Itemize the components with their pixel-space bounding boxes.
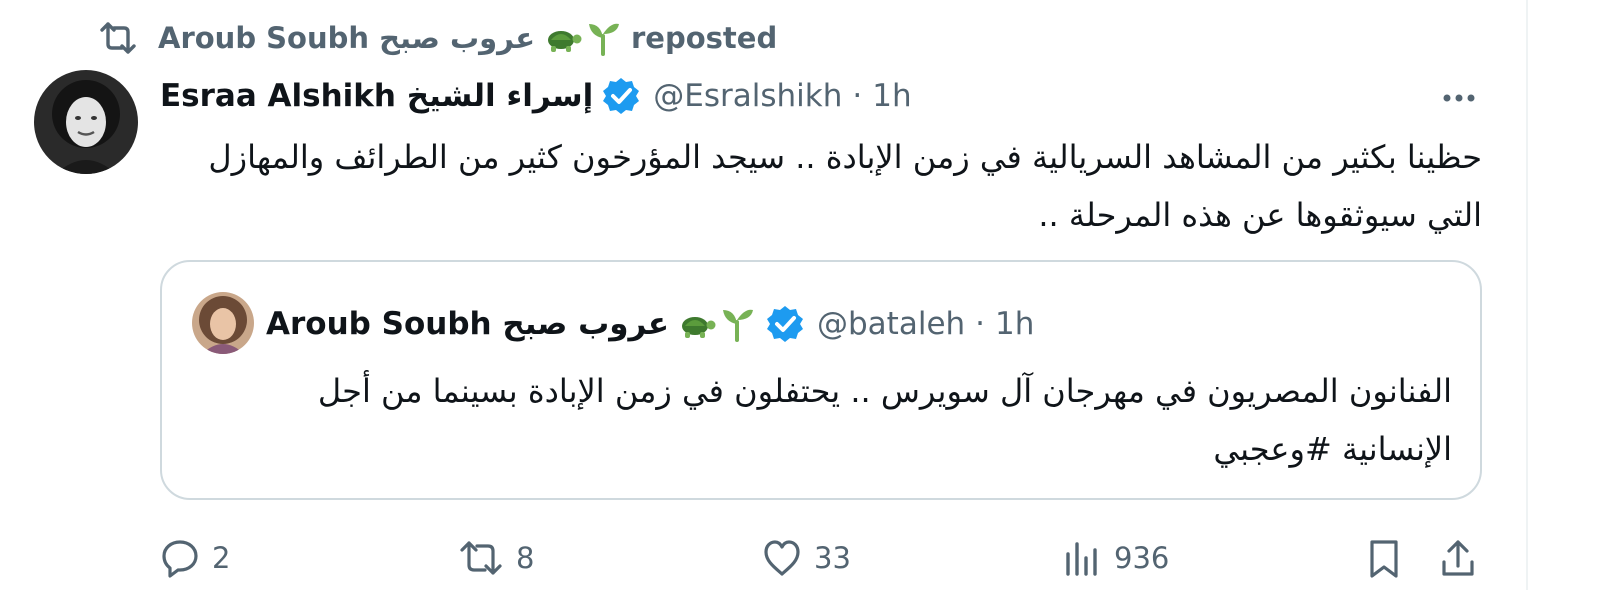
timeline-column-border [1526,0,1528,590]
tweet-timestamp[interactable]: 1h [872,78,911,114]
repost-count: 8 [516,541,535,575]
seedling-emoji [589,23,619,56]
quoted-tweet-header: Aroub Soubh عروب صبح @bataleh · 1h [266,302,1034,346]
bookmark-button[interactable] [1362,536,1406,580]
repost-button[interactable]: 8 [456,536,534,580]
quoted-meta-separator: · [975,306,986,342]
reply-count: 2 [212,541,231,575]
seedling-emoji [723,309,753,342]
repost-icon [100,22,136,54]
quoted-tweet-card[interactable]: Aroub Soubh عروب صبح @bataleh · 1h الفنا… [160,260,1482,500]
turtle-emoji [682,317,716,338]
repost-icon [460,541,502,575]
views-button[interactable]: 936 [1060,536,1169,580]
meta-separator: · [852,78,863,114]
author-avatar[interactable] [34,70,138,174]
repost-context[interactable]: Aroub Soubh عروب صبح reposted [96,18,777,58]
quoted-avatar-photo [192,292,254,354]
views-chart-icon [1066,542,1097,576]
share-button[interactable] [1436,536,1480,580]
author-handle[interactable]: @Esralshikh [653,78,842,114]
quoted-tweet-timestamp[interactable]: 1h [995,306,1034,342]
like-count: 33 [814,541,851,575]
more-options-button[interactable] [1432,80,1486,116]
quoted-author-avatar[interactable] [192,292,254,354]
quoted-tweet-text: الفنانون المصريون في مهرجان آل سويرس .. … [317,372,1452,468]
share-icon [1442,540,1474,576]
heart-icon [764,540,800,576]
tweet-header: Esraa Alshikh إسراء الشيخ @Esralshikh · … [160,74,912,118]
tweet-text: حظينا بكثير من المشاهد السريالية في زمن … [208,138,1482,234]
like-button[interactable]: 33 [760,536,851,580]
views-count: 936 [1114,541,1170,575]
reply-icon [162,540,198,578]
turtle-emoji [548,31,582,52]
reply-button[interactable]: 2 [158,536,230,580]
verified-badge-icon [767,306,803,342]
reposter-name[interactable]: Aroub Soubh عروب صبح [158,21,535,55]
quoted-author-name[interactable]: Aroub Soubh عروب صبح [266,306,669,342]
reposted-label: reposted [631,21,778,55]
more-dots-icon [1443,94,1475,102]
bookmark-icon [1370,540,1398,578]
verified-badge-icon [603,78,640,114]
quoted-author-handle[interactable]: @bataleh [817,306,965,342]
author-name[interactable]: Esraa Alshikh إسراء الشيخ [160,78,593,114]
avatar-photo [34,70,138,174]
